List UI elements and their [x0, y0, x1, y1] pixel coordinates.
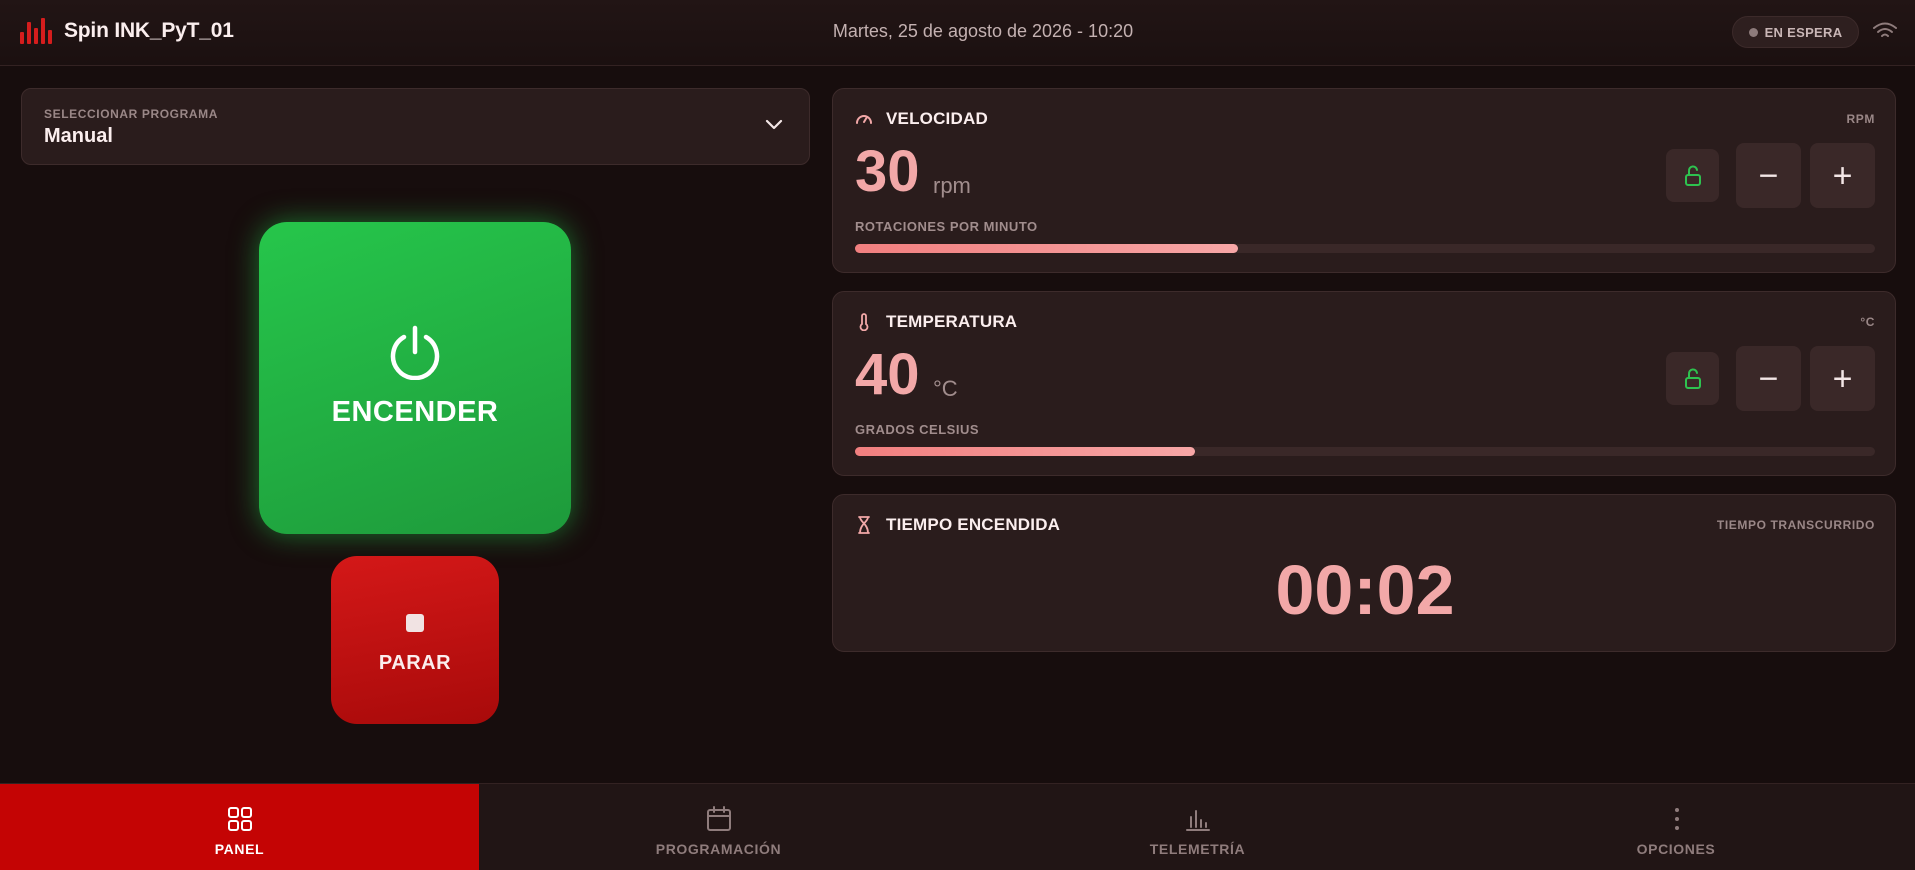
velocity-progress-fill: [855, 244, 1238, 253]
nav-item-opciones[interactable]: OPCIONES: [1437, 784, 1915, 870]
chart-icon: [1186, 810, 1210, 831]
unlock-icon: [1684, 368, 1701, 389]
temperature-increase-button[interactable]: +: [1810, 346, 1875, 411]
thermometer-icon: [859, 313, 869, 331]
temperature-decrease-button[interactable]: −: [1736, 346, 1801, 411]
program-select-caption: SELECCIONAR PROGRAMA: [44, 107, 219, 121]
temperature-progress-bar: [855, 447, 1875, 456]
timer-title: TIEMPO ENCENDIDA: [886, 515, 1061, 534]
datetime: Martes, 25 de agosto de 2026 - 10:20: [832, 21, 1134, 41]
plus-icon: +: [1832, 156, 1853, 195]
velocity-lock-button[interactable]: [1666, 149, 1719, 202]
minus-icon: −: [1758, 359, 1779, 398]
app: Spin INK_PyT_01 Martes, 25 de agosto de …: [0, 0, 1915, 870]
timer-value: 00:02: [1275, 551, 1455, 629]
bottom-nav: PANEL PROGRAMACIÓN TELEMETRÍA OPCIONES: [0, 783, 1915, 870]
gauge-icon: [856, 115, 872, 124]
program-select-value: Manual: [44, 125, 113, 147]
velocity-value: 30: [855, 139, 920, 204]
temperature-progress-fill: [855, 447, 1195, 456]
nav-item-label: PROGRAMACIÓN: [655, 841, 782, 857]
velocity-decrease-button[interactable]: −: [1736, 143, 1801, 208]
nav-item-telemetria[interactable]: TELEMETRÍA: [958, 784, 1437, 870]
plus-icon: +: [1832, 359, 1853, 398]
timer-unit-tag: TIEMPO TRANSCURRIDO: [1716, 518, 1875, 532]
nav-item-label: OPCIONES: [1636, 841, 1716, 857]
velocity-title: VELOCIDAD: [886, 109, 988, 128]
start-button[interactable]: ENCENDER: [259, 222, 571, 534]
stop-button-label: PARAR: [378, 652, 452, 674]
wifi-icon: [1873, 22, 1897, 37]
timer-card: TIEMPO ENCENDIDA TIEMPO TRANSCURRIDO 00:…: [832, 494, 1896, 652]
nav-item-label: PANEL: [214, 841, 265, 857]
start-button-label: ENCENDER: [331, 396, 499, 428]
temperature-unit: °C: [933, 376, 958, 401]
nav-item-label: TELEMETRÍA: [1149, 841, 1246, 857]
velocity-increase-button[interactable]: +: [1810, 143, 1875, 208]
temperature-value: 40: [855, 342, 920, 407]
velocity-card: VELOCIDAD RPM 30 rpm − + ROTACIONES POR …: [832, 88, 1896, 273]
calendar-icon: [707, 806, 731, 831]
velocity-progress-bar: [855, 244, 1875, 253]
temperature-card: TEMPERATURA °C 40 °C − + GRADOS CELSIUS: [832, 291, 1896, 476]
header: Spin INK_PyT_01 Martes, 25 de agosto de …: [0, 0, 1915, 66]
status-label: EN ESPERA: [1764, 24, 1843, 40]
stop-button[interactable]: PARAR: [331, 556, 499, 724]
velocity-sub-label: ROTACIONES POR MINUTO: [855, 219, 1038, 234]
power-icon: [390, 325, 440, 380]
velocity-unit: rpm: [933, 173, 971, 198]
temperature-title: TEMPERATURA: [886, 312, 1018, 331]
nav-item-programacion[interactable]: PROGRAMACIÓN: [479, 784, 958, 870]
status-badge: EN ESPERA: [1732, 16, 1859, 48]
chevron-down-icon: [765, 119, 783, 130]
nav-item-panel[interactable]: PANEL: [0, 784, 479, 870]
grid-icon: [228, 807, 252, 831]
temperature-sub-label: GRADOS CELSIUS: [855, 422, 980, 437]
hourglass-icon: [858, 516, 870, 534]
status-dot-icon: [1748, 27, 1758, 37]
unlock-icon: [1684, 165, 1701, 186]
temperature-unit-tag: °C: [1860, 315, 1875, 329]
velocity-unit-tag: RPM: [1846, 112, 1875, 126]
stop-icon: [406, 614, 424, 632]
minus-icon: −: [1758, 156, 1779, 195]
temperature-lock-button[interactable]: [1666, 352, 1719, 405]
program-select[interactable]: SELECCIONAR PROGRAMA Manual: [21, 88, 810, 165]
more-vertical-icon: [1675, 808, 1679, 830]
